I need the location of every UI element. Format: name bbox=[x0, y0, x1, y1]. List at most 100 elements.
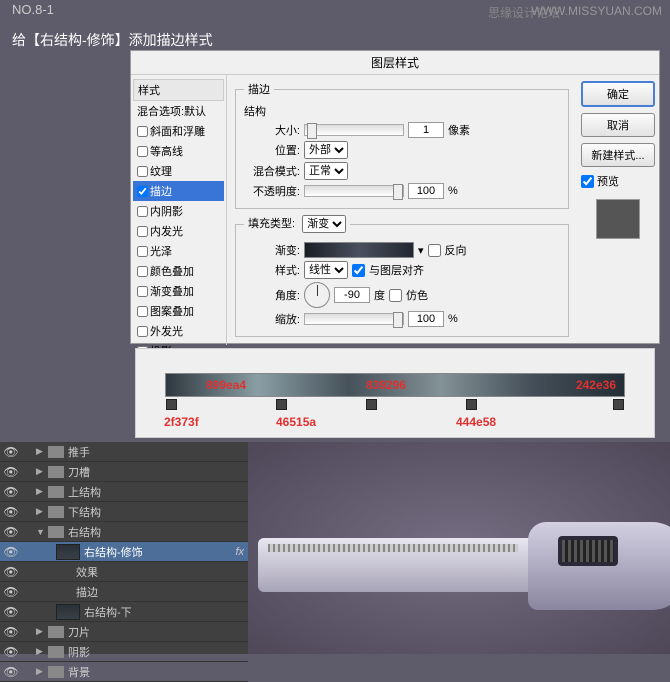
layer-row[interactable]: 👁 ▶ 上结构 bbox=[0, 482, 248, 502]
style-checkbox[interactable] bbox=[137, 166, 148, 177]
visibility-icon[interactable]: 👁 bbox=[4, 485, 18, 499]
gradient-stop[interactable] bbox=[366, 399, 377, 410]
size-slider[interactable] bbox=[304, 124, 404, 136]
size-unit: 像素 bbox=[448, 122, 470, 138]
visibility-icon[interactable]: 👁 bbox=[4, 505, 18, 519]
style-checkbox[interactable] bbox=[137, 186, 148, 197]
disclosure-icon[interactable]: ▶ bbox=[36, 646, 44, 657]
layer-name: 刀片 bbox=[68, 624, 90, 640]
fill-select[interactable]: 渐变 bbox=[302, 215, 346, 233]
style-checkbox[interactable] bbox=[137, 266, 148, 277]
step-number: NO.8-1 bbox=[12, 2, 54, 17]
style-item[interactable]: 外发光 bbox=[133, 321, 224, 341]
style-item[interactable]: 内阴影 bbox=[133, 201, 224, 221]
style-item[interactable]: 渐变叠加 bbox=[133, 281, 224, 301]
gradient-stop[interactable] bbox=[166, 399, 177, 410]
style-item[interactable]: 光泽 bbox=[133, 241, 224, 261]
style-checkbox[interactable] bbox=[137, 326, 148, 337]
visibility-icon[interactable]: 👁 bbox=[4, 645, 18, 659]
disclosure-icon[interactable]: ▶ bbox=[36, 486, 44, 497]
layer-row[interactable]: 👁▶刀槽 bbox=[0, 462, 248, 482]
visibility-icon[interactable]: 👁 bbox=[4, 445, 18, 459]
style-checkbox[interactable] bbox=[137, 146, 148, 157]
ok-button[interactable]: 确定 bbox=[581, 81, 655, 107]
gradient-bar[interactable]: 899ea4 839296 242e36 bbox=[165, 373, 625, 397]
position-select[interactable]: 外部 bbox=[304, 141, 348, 159]
gradient-stop[interactable] bbox=[276, 399, 287, 410]
chevron-down-icon[interactable]: ▾ bbox=[418, 244, 424, 257]
layer-row[interactable]: 👁▶下结构 bbox=[0, 502, 248, 522]
folder-icon bbox=[48, 646, 64, 658]
scale-slider[interactable] bbox=[304, 313, 404, 325]
opacity-slider[interactable] bbox=[304, 185, 404, 197]
visibility-icon[interactable]: 👁 bbox=[4, 585, 18, 599]
styles-header[interactable]: 样式 bbox=[133, 79, 224, 101]
style-checkbox[interactable] bbox=[137, 126, 148, 137]
structure-label: 结构 bbox=[244, 103, 560, 119]
disclosure-icon[interactable]: ▶ bbox=[36, 506, 44, 517]
angle-input[interactable] bbox=[334, 287, 370, 303]
style-checkbox[interactable] bbox=[137, 246, 148, 257]
opacity-input[interactable] bbox=[408, 183, 444, 199]
layer-name: 上结构 bbox=[68, 484, 101, 500]
blend-select[interactable]: 正常 bbox=[304, 162, 348, 180]
visibility-icon[interactable]: 👁 bbox=[4, 545, 18, 559]
style-label: 样式: bbox=[244, 262, 300, 278]
style-item[interactable]: 描边 bbox=[133, 181, 224, 201]
visibility-icon[interactable]: 👁 bbox=[4, 565, 18, 579]
visibility-icon[interactable]: 👁 bbox=[4, 605, 18, 619]
disclosure-icon[interactable]: ▶ bbox=[36, 446, 44, 457]
angle-dial[interactable] bbox=[304, 282, 330, 308]
preview-checkbox[interactable] bbox=[581, 175, 594, 188]
gradient-stop[interactable] bbox=[466, 399, 477, 410]
cancel-button[interactable]: 取消 bbox=[581, 113, 655, 137]
dialog-actions: 确定 取消 新建样式... 预览 bbox=[577, 75, 659, 345]
scale-unit: % bbox=[448, 313, 458, 325]
fx-badge[interactable]: fx bbox=[235, 546, 244, 558]
step-instruction: 给【右结构-修饰】添加描边样式 bbox=[12, 30, 213, 50]
disclosure-icon[interactable]: ▶ bbox=[36, 666, 44, 677]
layer-row[interactable]: 👁▶阴影 bbox=[0, 642, 248, 662]
visibility-icon[interactable]: 👁 bbox=[4, 525, 18, 539]
gradient-stop[interactable] bbox=[613, 399, 624, 410]
dither-checkbox[interactable] bbox=[389, 289, 402, 302]
style-checkbox[interactable] bbox=[137, 206, 148, 217]
align-label: 与图层对齐 bbox=[369, 262, 424, 278]
visibility-icon[interactable]: 👁 bbox=[4, 625, 18, 639]
disclosure-icon[interactable]: ▼ bbox=[36, 527, 44, 537]
gradient-picker[interactable] bbox=[304, 242, 414, 258]
layer-row[interactable]: 👁 ▶ 刀片 bbox=[0, 622, 248, 642]
size-input[interactable] bbox=[408, 122, 444, 138]
style-checkbox[interactable] bbox=[137, 226, 148, 237]
style-item[interactable]: 颜色叠加 bbox=[133, 261, 224, 281]
style-label: 斜面和浮雕 bbox=[150, 123, 205, 139]
style-select[interactable]: 线性 bbox=[304, 261, 348, 279]
blend-default[interactable]: 混合选项:默认 bbox=[133, 101, 224, 121]
layer-row[interactable]: 👁右结构-下 bbox=[0, 602, 248, 622]
style-item[interactable]: 纹理 bbox=[133, 161, 224, 181]
folder-icon bbox=[48, 486, 64, 498]
scale-input[interactable] bbox=[408, 311, 444, 327]
opacity-unit: % bbox=[448, 185, 458, 197]
disclosure-icon[interactable]: ▶ bbox=[36, 466, 44, 477]
reverse-checkbox[interactable] bbox=[428, 244, 441, 257]
layer-row[interactable]: 👁▼右结构 bbox=[0, 522, 248, 542]
layer-row[interactable]: 👁▶背景 bbox=[0, 662, 248, 682]
style-checkbox[interactable] bbox=[137, 306, 148, 317]
layer-row[interactable]: 👁▶推手 bbox=[0, 442, 248, 462]
style-item[interactable]: 斜面和浮雕 bbox=[133, 121, 224, 141]
style-item[interactable]: 内发光 bbox=[133, 221, 224, 241]
style-item[interactable]: 图案叠加 bbox=[133, 301, 224, 321]
position-label: 位置: bbox=[244, 142, 300, 158]
layer-row[interactable]: 👁描边 bbox=[0, 582, 248, 602]
visibility-icon[interactable]: 👁 bbox=[4, 665, 18, 679]
new-style-button[interactable]: 新建样式... bbox=[581, 143, 655, 167]
align-checkbox[interactable] bbox=[352, 264, 365, 277]
style-checkbox[interactable] bbox=[137, 286, 148, 297]
style-label: 外发光 bbox=[150, 323, 183, 339]
layer-row[interactable]: 👁效果 bbox=[0, 562, 248, 582]
style-item[interactable]: 等高线 bbox=[133, 141, 224, 161]
disclosure-icon[interactable]: ▶ bbox=[36, 626, 44, 637]
layer-row[interactable]: 👁右结构-修饰fx bbox=[0, 542, 248, 562]
visibility-icon[interactable]: 👁 bbox=[4, 465, 18, 479]
